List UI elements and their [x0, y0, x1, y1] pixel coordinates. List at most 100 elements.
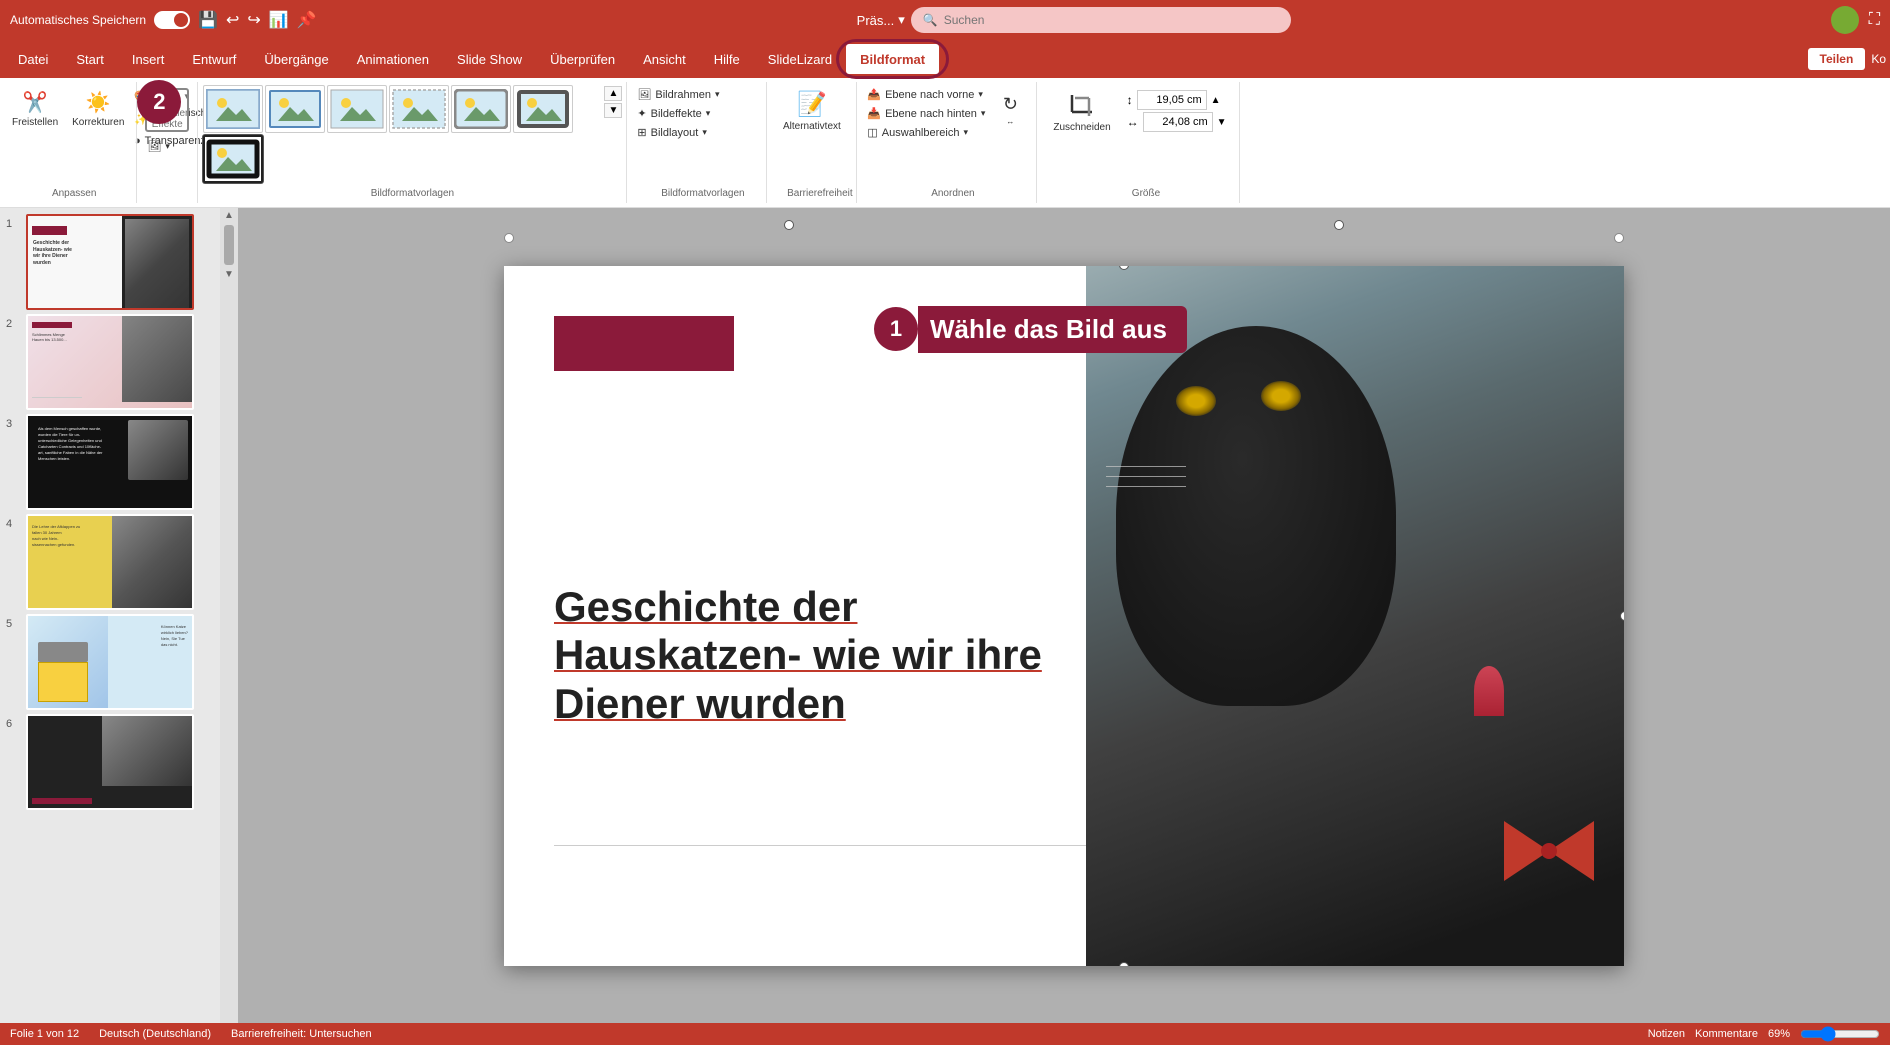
present-icon[interactable]: 📊	[269, 10, 289, 30]
preset-7[interactable]	[203, 135, 263, 183]
menu-ueberpruefen[interactable]: Überprüfen	[536, 44, 629, 74]
preset-5[interactable]	[451, 85, 511, 133]
height-stepper-up[interactable]: ▲	[1211, 95, 1221, 106]
ebene-vorne-icon: 📤	[867, 88, 881, 101]
preset-1[interactable]	[203, 85, 263, 133]
main-area: 1 Geschichte derHauskatzen- wiewir ihre …	[0, 208, 1890, 1023]
zoom-level: 69%	[1768, 1028, 1790, 1040]
cat-eye-left	[1176, 386, 1216, 416]
menu-hilfe[interactable]: Hilfe	[700, 44, 754, 74]
menu-ansicht[interactable]: Ansicht	[629, 44, 700, 74]
save-icon[interactable]: 💾	[198, 10, 218, 30]
zuschneiden-button[interactable]: Zuschneiden	[1045, 86, 1118, 137]
slide-5-image: Können Katzewirklich lieben?Nein, Sie Tu…	[26, 614, 194, 710]
menu-start[interactable]: Start	[62, 44, 117, 74]
autosave-label: Automatisches Speichern	[10, 13, 146, 27]
rotate-button[interactable]: ↻ ↔	[988, 90, 1032, 130]
alternativtext-button[interactable]: 📝 Alternativtext	[775, 86, 848, 136]
accessibility-status: Barrierefreiheit: Untersuchen	[231, 1028, 372, 1040]
scroll-down-arrow[interactable]: ▼	[224, 269, 234, 280]
height-input[interactable]	[1137, 90, 1207, 110]
auswahlbereich-icon: ◫	[867, 126, 877, 139]
title-bar-right: ⛶	[1831, 6, 1880, 34]
presets-scroll-up[interactable]: ▲	[604, 86, 622, 101]
menu-animationen[interactable]: Animationen	[343, 44, 443, 74]
comments-button[interactable]: Kommentare	[1695, 1028, 1758, 1040]
slide-red-rectangle	[554, 316, 734, 371]
slide-4-image: Die Lehre der Afklappen zufallen 30 Jahr…	[26, 514, 194, 610]
anpassen-label: Anpassen	[6, 188, 142, 199]
fullscreen-icon[interactable]: ⛶	[1869, 11, 1880, 29]
slide-count: Folie 1 von 12	[10, 1028, 79, 1040]
app-title: Präs... ▾	[857, 12, 905, 28]
height-icon: ↕	[1127, 93, 1133, 107]
share-button[interactable]: Teilen	[1808, 48, 1866, 70]
width-stepper-down[interactable]: ▼	[1217, 117, 1227, 128]
preset-3[interactable]	[327, 85, 387, 133]
notes-button[interactable]: Notizen	[1648, 1028, 1685, 1040]
menu-entwurf[interactable]: Entwurf	[178, 44, 250, 74]
slide-2-image: Schlimmes MengeHauen bis 13.500...	[26, 314, 194, 410]
freistellen-icon: ✂️	[23, 90, 48, 115]
bildlayout-button[interactable]: ⊞ Bildlayout ▾	[633, 124, 760, 141]
preset-4[interactable]	[389, 85, 449, 133]
bildeffekte-icon: ✦	[637, 107, 646, 120]
slide-thumb-5[interactable]: 5 Können Katzewirklich lieben?Nein, Sie …	[6, 614, 214, 710]
slide-thumb-4[interactable]: 4 Die Lehre der Afklappen zufallen 30 Ja…	[6, 514, 214, 610]
anordnen-label: Anordnen	[863, 188, 1042, 199]
freistellen-button[interactable]: ✂️ Freistellen	[6, 86, 64, 132]
cat-photo	[1086, 266, 1624, 966]
scroll-thumb[interactable]	[224, 225, 234, 265]
search-input[interactable]	[944, 13, 1279, 27]
zoom-slider[interactable]	[1800, 1027, 1880, 1041]
bildrahmen-button[interactable]: 🖼 Bildrahmen ▾	[633, 86, 760, 103]
menu-insert[interactable]: Insert	[118, 44, 179, 74]
menu-datei[interactable]: Datei	[4, 44, 62, 74]
width-input[interactable]	[1143, 112, 1213, 132]
autosave-toggle[interactable]	[154, 11, 190, 29]
barrierefreiheit-label: Barrierefreiheit	[775, 188, 864, 199]
image-format-tools-btn[interactable]: 🖼 ▾	[143, 138, 191, 155]
annotation-1-circle: 1	[874, 307, 918, 351]
presets-scroll-down[interactable]: ▼	[604, 103, 622, 118]
redo-icon[interactable]: ↪	[247, 10, 260, 30]
whisker-3	[1106, 486, 1186, 487]
slide-thumb-1[interactable]: 1 Geschichte derHauskatzen- wiewir ihre …	[6, 214, 214, 310]
slide-right-panel	[1086, 266, 1624, 966]
slide-1-image: Geschichte derHauskatzen- wiewir ihre Di…	[26, 214, 194, 310]
slides-scrollbar[interactable]: ▲ ▼	[220, 208, 238, 1023]
language-status: Deutsch (Deutschland)	[99, 1028, 211, 1040]
menu-uebergaenge[interactable]: Übergänge	[250, 44, 342, 74]
scroll-up-arrow[interactable]: ▲	[224, 210, 234, 221]
menu-bildformat[interactable]: Bildformat	[846, 44, 939, 74]
search-icon: 🔍	[923, 13, 938, 27]
canvas-area: Geschichte der Hauskatzen- wie wir ihre …	[238, 208, 1890, 1023]
selection-handle-right[interactable]	[1620, 611, 1624, 621]
slide-thumb-2[interactable]: 2 Schlimmes MengeHauen bis 13.500...	[6, 314, 214, 410]
bildlayout-icon: ⊞	[637, 126, 646, 139]
menu-slidelizard[interactable]: SlideLizard	[754, 44, 846, 74]
slide-6-image	[26, 714, 194, 810]
chevron-down-icon[interactable]: ▾	[898, 12, 905, 28]
menu-right: Teilen Ko	[1808, 48, 1886, 70]
slide-3-image: Als dem Mensch geschaffen wurde,wurden d…	[26, 414, 194, 510]
search-box[interactable]: 🔍	[911, 7, 1291, 33]
title-bar-left: Automatisches Speichern 💾 ↩ ↪ 📊 📌	[10, 10, 317, 30]
slide-thumb-3[interactable]: 3 Als dem Mensch geschaffen wurde,wurden…	[6, 414, 214, 510]
groesse-label: Größe	[1045, 188, 1246, 199]
preset-6[interactable]	[513, 85, 573, 133]
annotation-1-label: Wähle das Bild aus	[918, 306, 1187, 353]
undo-icon[interactable]: ↩	[226, 10, 239, 30]
preset-2[interactable]	[265, 85, 325, 133]
annotation-1-badge: 1 Wähle das Bild aus	[874, 306, 1187, 353]
zuschneiden-icon	[1067, 90, 1097, 120]
menu-slideshow[interactable]: Slide Show	[443, 44, 536, 74]
rotate-icon2: ↔	[1006, 117, 1014, 126]
flower	[1474, 666, 1504, 716]
bildeffekte-button[interactable]: ✦ Bildeffekte ▾	[633, 105, 760, 122]
pin-icon[interactable]: 📌	[297, 10, 317, 30]
korrekturen-icon: ☀️	[86, 90, 111, 115]
bildrahmen-icon: 🖼	[637, 88, 651, 101]
korrekturen-button[interactable]: ☀️ Korrekturen	[66, 86, 130, 132]
slide-thumb-6[interactable]: 6	[6, 714, 214, 810]
